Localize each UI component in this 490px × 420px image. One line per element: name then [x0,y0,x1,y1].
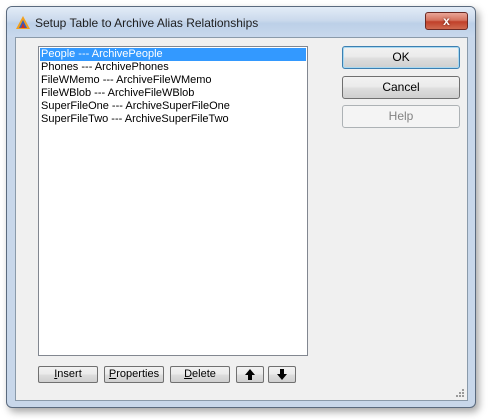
window-title: Setup Table to Archive Alias Relationshi… [35,16,259,30]
delete-mnemonic: D [184,368,193,380]
arrow-down-icon [277,369,287,380]
list-item[interactable]: Phones --- ArchivePhones [40,61,306,74]
list-item[interactable]: SuperFileOne --- ArchiveSuperFileOne [40,100,306,113]
insert-button[interactable]: Insert [38,366,98,383]
move-up-button[interactable] [236,366,264,383]
dialog-client-area: People --- ArchivePeople Phones --- Archi… [15,37,468,401]
app-triangle-icon [16,16,30,29]
delete-button[interactable]: Delete [170,366,230,383]
title-bar[interactable]: Setup Table to Archive Alias Relationshi… [7,7,475,37]
arrow-up-icon [245,369,255,380]
properties-button[interactable]: Properties [104,366,164,383]
cancel-button[interactable]: Cancel [342,76,460,99]
move-down-button[interactable] [268,366,296,383]
list-item[interactable]: FileWBlob --- ArchiveFileWBlob [40,87,306,100]
dialog-window: Setup Table to Archive Alias Relationshi… [6,6,476,408]
close-icon: x [443,14,450,28]
help-button[interactable]: Help [342,105,460,128]
delete-label: elete [192,368,216,380]
properties-label: roperties [116,368,160,380]
close-button[interactable]: x [425,12,468,30]
relationship-listbox[interactable]: People --- ArchivePeople Phones --- Archi… [38,46,308,356]
ok-button[interactable]: OK [342,46,460,69]
list-item[interactable]: SuperFileTwo --- ArchiveSuperFileTwo [40,113,306,126]
resize-grip-icon[interactable] [455,388,465,398]
insert-label: nsert [57,368,82,380]
list-item[interactable]: FileWMemo --- ArchiveFileWMemo [40,74,306,87]
list-item[interactable]: People --- ArchivePeople [40,48,306,61]
